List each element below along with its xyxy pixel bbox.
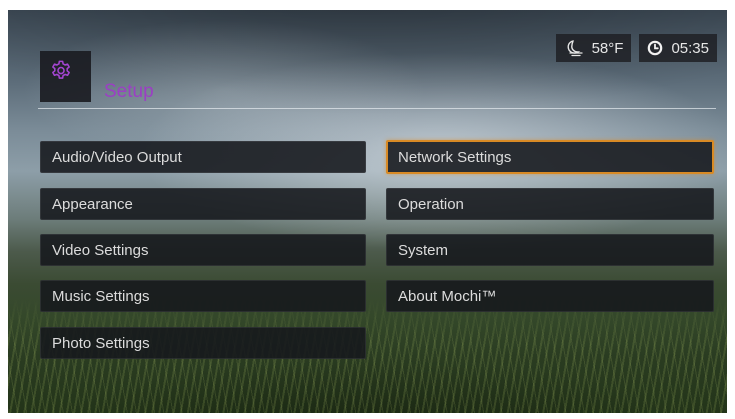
weather-night-icon — [564, 39, 584, 57]
setup-icon-tile — [40, 51, 91, 102]
clock-time: 05:35 — [671, 39, 709, 57]
page-title: Setup — [104, 81, 154, 102]
menu-item-video-settings[interactable]: Video Settings — [40, 234, 366, 266]
setup-screen: 58°F 05:35 Setup Audio/Video Output Appe… — [8, 10, 727, 413]
menu-item-music-settings[interactable]: Music Settings — [40, 280, 366, 312]
status-bar: 58°F 05:35 — [555, 34, 717, 62]
clock-icon — [647, 40, 663, 56]
menu-item-appearance[interactable]: Appearance — [40, 188, 366, 220]
menu-item-system[interactable]: System — [386, 234, 714, 266]
weather-status: 58°F — [555, 34, 632, 62]
menu-item-label: Photo Settings — [52, 334, 150, 352]
menu-item-about[interactable]: About Mochi™ — [386, 280, 714, 312]
menu-item-label: Video Settings — [52, 241, 149, 259]
temperature-value: 58°F — [591, 39, 624, 57]
menu-item-operation[interactable]: Operation — [386, 188, 714, 220]
menu-item-label: Appearance — [52, 195, 133, 213]
menu-item-photo-settings[interactable]: Photo Settings — [40, 327, 366, 359]
header-divider — [38, 108, 716, 109]
menu-item-label: Network Settings — [398, 148, 512, 166]
menu-item-label: Audio/Video Output — [52, 148, 182, 166]
gear-icon — [50, 60, 72, 87]
menu-item-audio-video-output[interactable]: Audio/Video Output — [40, 141, 366, 173]
menu-item-network-settings[interactable]: Network Settings — [386, 140, 714, 174]
menu-item-label: Music Settings — [52, 287, 150, 305]
menu-item-label: Operation — [398, 195, 464, 213]
clock-status: 05:35 — [639, 34, 717, 62]
menu-item-label: About Mochi™ — [398, 287, 497, 305]
menu-item-label: System — [398, 241, 449, 259]
